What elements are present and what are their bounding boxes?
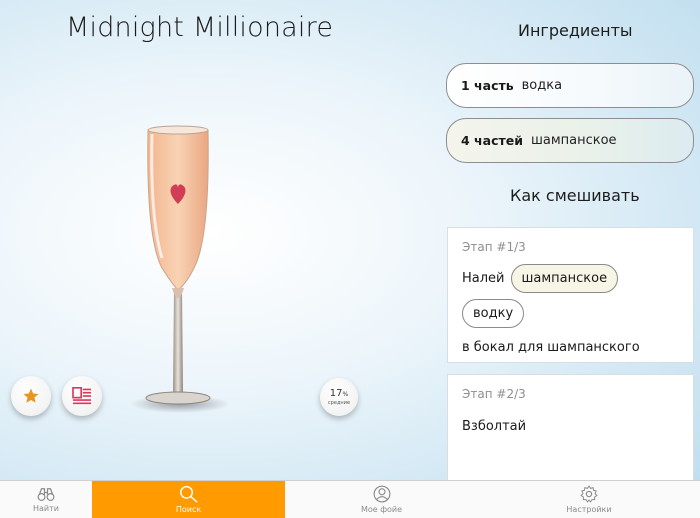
- star-icon: [23, 388, 39, 403]
- tab-search-label: Поиск: [175, 505, 202, 514]
- drink-title: Midnight Millionaire: [66, 12, 334, 43]
- step-card: Этап #2/3 Взболтай: [447, 374, 694, 480]
- tab-settings[interactable]: Настройки: [478, 481, 700, 518]
- person-icon: [373, 485, 390, 503]
- ingredient-chip-champagne[interactable]: шампанское: [510, 264, 619, 293]
- tab-my-lobby-label: Мое фойе: [360, 505, 403, 514]
- ingredient-quantity: 1 часть: [461, 78, 514, 93]
- ingredient-item[interactable]: 4 частей шампанское: [446, 118, 694, 163]
- tab-settings-label: Настройки: [566, 505, 612, 514]
- tab-find[interactable]: Найти: [0, 481, 92, 518]
- step-instruction: Взболтай: [462, 419, 527, 434]
- tab-bar: Найти Поиск Мое фойе Настройки: [0, 480, 700, 518]
- step-detail: в бокал для шампанского: [462, 340, 640, 355]
- binoculars-icon: [37, 488, 55, 501]
- recipe-icon: [72, 387, 91, 405]
- step-card: Этап #1/3 Налей шампанское водку в бокал…: [447, 227, 694, 363]
- favorite-button[interactable]: [11, 376, 51, 416]
- step-verb: Налей: [462, 271, 505, 286]
- strength-label: средние: [327, 399, 351, 406]
- step-label: Этап #2/3: [462, 387, 526, 401]
- step-label: Этап #1/3: [462, 240, 526, 254]
- drink-detail-screen: Midnight Millionaire 17% средние Ингреди…: [0, 0, 700, 480]
- ingredients-heading: Ингредиенты: [518, 21, 633, 40]
- ingredient-name: водка: [521, 78, 563, 93]
- search-icon: [179, 485, 198, 503]
- step-instruction: Налей шампанское водку: [462, 264, 679, 328]
- ingredient-chip-vodka[interactable]: водку: [462, 299, 525, 328]
- gear-icon: [580, 485, 598, 503]
- ingredient-name: шампанское: [530, 133, 617, 148]
- recipe-card-button[interactable]: [62, 376, 102, 416]
- drink-image: [130, 125, 228, 413]
- ingredient-item[interactable]: 1 часть водка: [446, 63, 694, 108]
- mixing-heading: Как смешивать: [510, 186, 640, 205]
- tab-my-lobby[interactable]: Мое фойе: [285, 481, 478, 518]
- strength-value: 17%: [329, 387, 349, 399]
- tab-search[interactable]: Поиск: [92, 481, 285, 518]
- ingredient-quantity: 4 частей: [461, 133, 523, 148]
- strength-badge[interactable]: 17% средние: [320, 378, 358, 416]
- tab-find-label: Найти: [33, 504, 59, 513]
